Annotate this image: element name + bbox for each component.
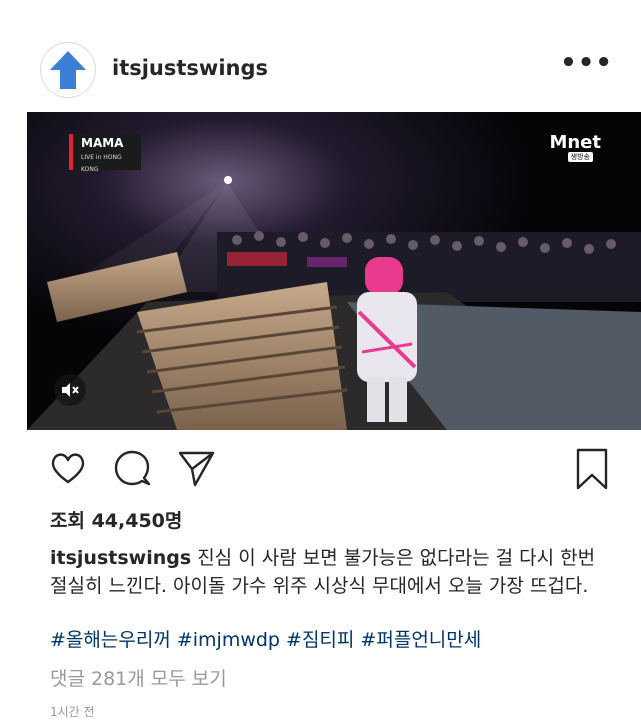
- mnet-logo: Mnet: [549, 132, 601, 153]
- heart-icon: [51, 453, 85, 484]
- view-count: 조회 44,450명: [50, 510, 183, 532]
- save-button[interactable]: [574, 448, 610, 490]
- more-options-icon[interactable]: •••: [560, 48, 613, 78]
- post-action-bar: [0, 448, 641, 496]
- speaker-muted-icon: [62, 383, 79, 397]
- like-button[interactable]: [48, 448, 88, 488]
- paper-plane-icon: [178, 451, 215, 487]
- post-timestamp: 1시간 전: [50, 705, 95, 719]
- share-button[interactable]: [176, 448, 216, 488]
- mama-logo: MAMA LIVE in HONG KONG: [69, 134, 141, 173]
- comment-button[interactable]: [112, 448, 152, 488]
- mama-logo-sub: LIVE in HONG KONG: [81, 154, 122, 173]
- avatar[interactable]: [40, 42, 96, 98]
- post-caption: itsjustswings 진심 이 사람 보면 불가능은 없다라는 걸 다시 …: [50, 544, 610, 600]
- caption-username[interactable]: itsjustswings: [50, 547, 191, 569]
- bookmark-icon: [576, 448, 608, 490]
- post-video[interactable]: MAMA LIVE in HONG KONG Mnet 생방송: [27, 112, 641, 430]
- comment-icon: [114, 450, 151, 486]
- up-arrow-icon: [50, 51, 86, 89]
- mama-logo-text: MAMA: [81, 136, 124, 150]
- mnet-logo-sub: 생방송: [567, 152, 593, 162]
- post-header: itsjustswings •••: [0, 38, 641, 100]
- caption-hashtags[interactable]: #올해는우리꺼 #imjmwdp #짐티피 #퍼플언니만세: [50, 626, 481, 654]
- view-all-comments-link[interactable]: 댓글 281개 모두 보기: [50, 664, 227, 691]
- post-username[interactable]: itsjustswings: [112, 56, 268, 80]
- mute-toggle-button[interactable]: [54, 374, 86, 406]
